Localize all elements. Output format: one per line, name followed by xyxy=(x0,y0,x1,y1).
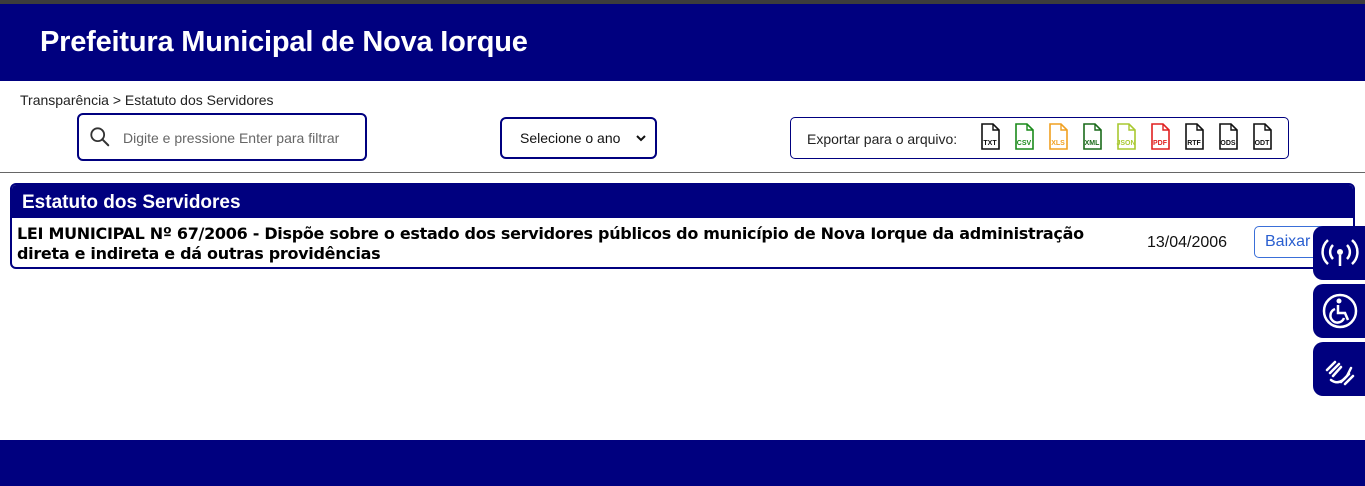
breadcrumb: Transparência > Estatuto dos Servidores xyxy=(20,92,274,108)
site-footer xyxy=(0,440,1365,486)
csv-file-icon[interactable]: CSV xyxy=(1011,122,1037,152)
export-label: Exportar para o arquivo: xyxy=(807,131,958,147)
file-format-label: JSON xyxy=(1116,140,1136,147)
file-format-label: ODT xyxy=(1254,140,1270,147)
wheelchair-icon xyxy=(1322,293,1358,329)
file-format-label: XML xyxy=(1084,140,1100,147)
file-format-label: XLS xyxy=(1051,140,1065,147)
file-format-label: RTF xyxy=(1187,140,1201,147)
row-description: LEI MUNICIPAL Nº 67/2006 - Dispõe sobre … xyxy=(17,224,1084,263)
row-date: 13/04/2006 xyxy=(1147,234,1228,251)
pdf-file-icon[interactable]: PDF xyxy=(1147,122,1173,152)
year-select-value: Selecione o ano xyxy=(520,130,621,146)
xml-file-icon[interactable]: XML xyxy=(1079,122,1105,152)
search-icon xyxy=(90,127,110,147)
wheelchair-accessibility-button[interactable] xyxy=(1313,284,1365,338)
ods-file-icon[interactable]: ODS xyxy=(1215,122,1241,152)
txt-file-icon[interactable]: TXT xyxy=(977,122,1003,152)
audio-accessibility-button[interactable] xyxy=(1313,226,1365,280)
file-format-label: TXT xyxy=(983,140,997,147)
sign-language-button[interactable] xyxy=(1313,342,1365,396)
chevron-down-icon xyxy=(636,135,646,142)
table-row: LEI MUNICIPAL Nº 67/2006 - Dispõe sobre … xyxy=(12,218,1353,267)
panel-title: Estatuto dos Servidores xyxy=(12,185,1353,218)
odt-file-icon[interactable]: ODT xyxy=(1249,122,1275,152)
rtf-file-icon[interactable]: RTF xyxy=(1181,122,1207,152)
search-box[interactable] xyxy=(77,113,367,161)
sign-language-icon xyxy=(1325,360,1355,386)
site-header: Prefeitura Municipal de Nova Iorque xyxy=(0,4,1365,81)
search-input[interactable] xyxy=(123,127,355,149)
file-format-label: CSV xyxy=(1016,140,1032,147)
statute-panel: Estatuto dos Servidores LEI MUNICIPAL Nº… xyxy=(10,183,1355,269)
audio-broadcast-icon xyxy=(1321,239,1359,266)
file-format-label: ODS xyxy=(1220,140,1236,147)
file-format-label: PDF xyxy=(1153,140,1167,147)
year-select[interactable]: Selecione o ano xyxy=(500,117,657,159)
divider xyxy=(0,172,1365,173)
site-title: Prefeitura Municipal de Nova Iorque xyxy=(40,26,528,58)
json-file-icon[interactable]: JSON xyxy=(1113,122,1139,152)
xls-file-icon[interactable]: XLS xyxy=(1045,122,1071,152)
export-bar: Exportar para o arquivo: TXT CSV XLS XML JSO… xyxy=(790,117,1289,159)
